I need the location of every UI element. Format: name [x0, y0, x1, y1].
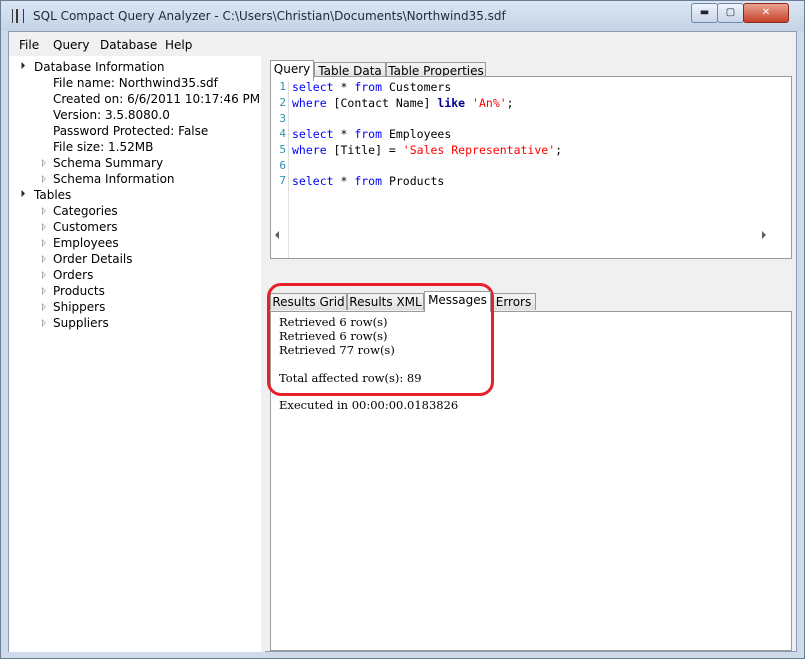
menu-database[interactable]: Database [100, 38, 157, 52]
tree-table-item[interactable]: Shippers [53, 299, 105, 315]
code-token: where [292, 143, 327, 157]
tree-node-schema-information[interactable]: Schema Information [53, 171, 175, 187]
menu-help[interactable]: Help [165, 38, 192, 52]
tree-node-schema-summary[interactable]: Schema Summary [53, 155, 163, 171]
title-bar[interactable]: SQL Compact Query Analyzer - C:\Users\Ch… [1, 1, 804, 31]
expand-down-icon[interactable] [17, 61, 26, 70]
expand-right-icon[interactable] [42, 303, 46, 311]
code-line[interactable]: select * from Products [292, 174, 444, 188]
database-tree[interactable]: Database Information File name: Northwin… [9, 56, 261, 652]
tab-errors[interactable]: Errors [491, 293, 536, 310]
app-icon [12, 9, 24, 23]
message-line: Retrieved 6 row(s) [279, 329, 388, 343]
tree-file-size: File size: 1.52MB [53, 140, 154, 154]
code-token: select [292, 127, 334, 141]
code-token: select [292, 174, 334, 188]
code-token: like [437, 96, 466, 110]
pane-splitter[interactable] [261, 56, 265, 652]
menu-file[interactable]: File [19, 38, 39, 52]
tree-password-protected: Password Protected: False [53, 124, 209, 138]
tab-results-grid[interactable]: Results Grid [270, 293, 347, 310]
menu-query[interactable]: Query [53, 38, 89, 52]
expand-right-icon[interactable] [42, 175, 46, 183]
scroll-right-icon[interactable] [762, 231, 766, 239]
code-line[interactable]: where [Title] = 'Sales Representative'; [292, 143, 562, 157]
line-number: 2 [279, 96, 286, 109]
tab-query[interactable]: Query [270, 60, 314, 81]
tree-node-tables[interactable]: Tables [34, 187, 71, 203]
code-token: from [354, 174, 383, 188]
code-token: from [354, 80, 383, 94]
tab-results-xml[interactable]: Results XML [347, 293, 424, 310]
expand-right-icon[interactable] [42, 223, 46, 231]
expand-right-icon[interactable] [42, 255, 46, 263]
code-token: ; [506, 96, 514, 110]
code-token: 'Sales Representative' [402, 143, 556, 157]
tree-file-name: File name: Northwind35.sdf [53, 76, 218, 90]
message-line: Retrieved 77 row(s) [279, 343, 395, 357]
code-token: Employees [382, 127, 452, 141]
scroll-left-icon[interactable] [275, 231, 279, 239]
tree-created-on: Created on: 6/6/2011 10:17:46 PM [53, 92, 261, 106]
app-window: SQL Compact Query Analyzer - C:\Users\Ch… [0, 0, 805, 659]
code-token: from [354, 127, 383, 141]
expand-down-icon[interactable] [17, 189, 26, 198]
code-token: where [292, 96, 327, 110]
code-token: 'An%' [472, 96, 507, 110]
line-number: 7 [279, 174, 286, 187]
code-token: ; [555, 143, 563, 157]
tree-node-database-information[interactable]: Database Information [34, 59, 165, 75]
tree-table-item[interactable]: Customers [53, 219, 118, 235]
tree-version: Version: 3.5.8080.0 [53, 108, 170, 122]
query-editor[interactable]: 1 2 3 4 5 6 7 select * from Customers whe… [270, 76, 792, 259]
expand-right-icon[interactable] [42, 159, 46, 167]
expand-right-icon[interactable] [42, 319, 46, 327]
maximize-button[interactable]: ▢ [717, 3, 744, 23]
message-line: Total affected row(s): 89 [279, 371, 422, 385]
line-number: 1 [279, 80, 286, 93]
code-token: Products [382, 174, 445, 188]
line-number: 5 [279, 143, 286, 156]
code-line[interactable]: select * from Customers [292, 80, 451, 94]
line-number: 6 [279, 159, 286, 172]
minimize-button[interactable]: ▬ [691, 3, 718, 23]
tree-table-item[interactable]: Employees [53, 235, 119, 251]
messages-panel[interactable]: Retrieved 6 row(s) Retrieved 6 row(s) Re… [270, 311, 792, 651]
tab-messages[interactable]: Messages [424, 291, 491, 312]
message-line: Retrieved 6 row(s) [279, 315, 388, 329]
code-token: * [333, 174, 355, 188]
code-token: [Title] = [326, 143, 403, 157]
expand-right-icon[interactable] [42, 207, 46, 215]
tree-table-item[interactable]: Order Details [53, 251, 133, 267]
tree-table-item[interactable]: Suppliers [53, 315, 109, 331]
client-area: File Query Database Help Database Inform… [8, 31, 797, 652]
code-line[interactable]: select * from Employees [292, 127, 451, 141]
code-token: * [333, 127, 355, 141]
window-title: SQL Compact Query Analyzer - C:\Users\Ch… [33, 9, 506, 23]
code-token: select [292, 80, 334, 94]
code-token: [Contact Name] [326, 96, 438, 110]
close-button[interactable]: ✕ [743, 3, 789, 23]
expand-right-icon[interactable] [42, 239, 46, 247]
line-number: 3 [279, 112, 286, 125]
tree-table-item[interactable]: Categories [53, 203, 118, 219]
query-pane: Query Table Data Table Properties 1 2 3 … [266, 56, 796, 652]
expand-right-icon[interactable] [42, 287, 46, 295]
message-line: Executed in 00:00:00.0183826 [279, 398, 459, 412]
editor-horizontal-scrollbar[interactable] [271, 227, 791, 243]
code-token: Customers [382, 80, 452, 94]
result-tab-bar: Results Grid Results XML Messages Errors [270, 291, 792, 312]
code-line[interactable]: where [Contact Name] like 'An%'; [292, 96, 514, 110]
tree-table-item[interactable]: Products [53, 283, 105, 299]
code-token: * [333, 80, 355, 94]
expand-right-icon[interactable] [42, 271, 46, 279]
tree-table-item[interactable]: Orders [53, 267, 93, 283]
line-number: 4 [279, 127, 286, 140]
